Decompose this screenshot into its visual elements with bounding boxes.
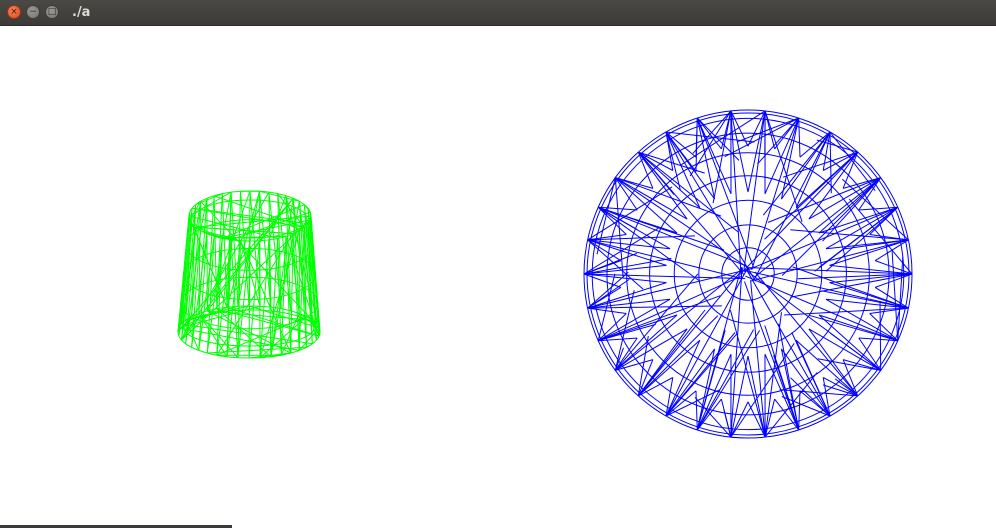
maximize-button[interactable]: □ bbox=[45, 5, 59, 19]
window-title: ./a bbox=[72, 5, 91, 20]
sphere-edge bbox=[637, 315, 719, 397]
sphere-edge bbox=[791, 332, 831, 417]
title-bar[interactable]: × − □ ./a bbox=[0, 0, 996, 26]
sphere-edge bbox=[750, 280, 766, 438]
sphere-edge bbox=[829, 131, 832, 194]
close-icon: × bbox=[10, 6, 18, 17]
sphere-edge bbox=[747, 355, 766, 438]
sphere-edge bbox=[730, 401, 749, 438]
minimize-button[interactable]: − bbox=[26, 5, 40, 19]
sphere-edge bbox=[729, 309, 766, 438]
sphere-latitude-ring bbox=[626, 152, 870, 396]
cylinder-edge bbox=[306, 343, 313, 348]
render-canvas[interactable] bbox=[0, 26, 996, 525]
cylinder-wireframe bbox=[177, 190, 321, 359]
scene-svg bbox=[177, 109, 913, 439]
close-button[interactable]: × bbox=[7, 5, 21, 19]
sphere-edge bbox=[798, 390, 801, 431]
sphere-edge bbox=[891, 251, 899, 341]
sphere-wireframe bbox=[583, 109, 913, 439]
sphere-outline bbox=[583, 109, 913, 439]
sphere-edge bbox=[587, 307, 627, 314]
minimize-icon: − bbox=[29, 6, 37, 17]
sphere-edge bbox=[724, 117, 799, 158]
sphere-latitude-ring bbox=[591, 117, 905, 431]
sphere-edge bbox=[748, 267, 913, 275]
sphere-edge bbox=[814, 206, 899, 272]
sphere-outline-inner bbox=[586, 112, 910, 436]
sphere-edge bbox=[695, 390, 698, 431]
cylinder-edge bbox=[259, 190, 300, 202]
app-window: × − □ ./a bbox=[0, 0, 996, 528]
sphere-edge bbox=[637, 151, 739, 233]
sphere-edge bbox=[754, 177, 882, 278]
sphere-edge bbox=[784, 307, 909, 316]
sphere-edge bbox=[879, 301, 882, 371]
sphere-edge bbox=[829, 131, 876, 192]
cylinder-edge bbox=[207, 346, 307, 354]
sphere-edge bbox=[597, 206, 700, 282]
sphere-edge bbox=[747, 110, 766, 193]
sphere-edge bbox=[754, 271, 859, 397]
maximize-icon: □ bbox=[47, 6, 57, 17]
sphere-edge bbox=[798, 117, 801, 158]
